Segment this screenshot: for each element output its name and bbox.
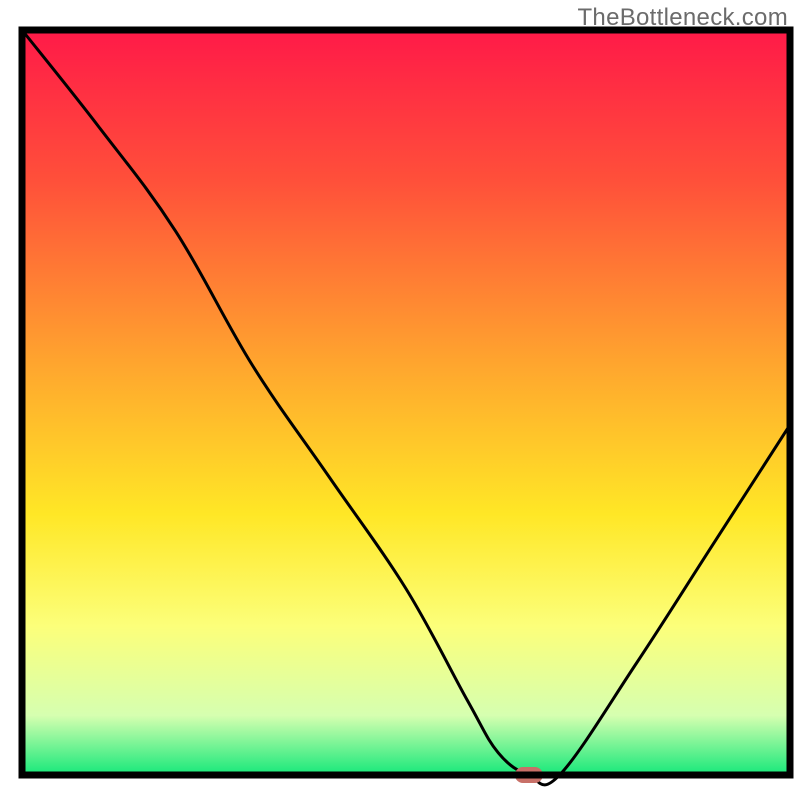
gradient-background bbox=[22, 30, 790, 775]
chart-stage: TheBottleneck.com bbox=[0, 0, 800, 800]
bottleneck-chart bbox=[0, 0, 800, 800]
